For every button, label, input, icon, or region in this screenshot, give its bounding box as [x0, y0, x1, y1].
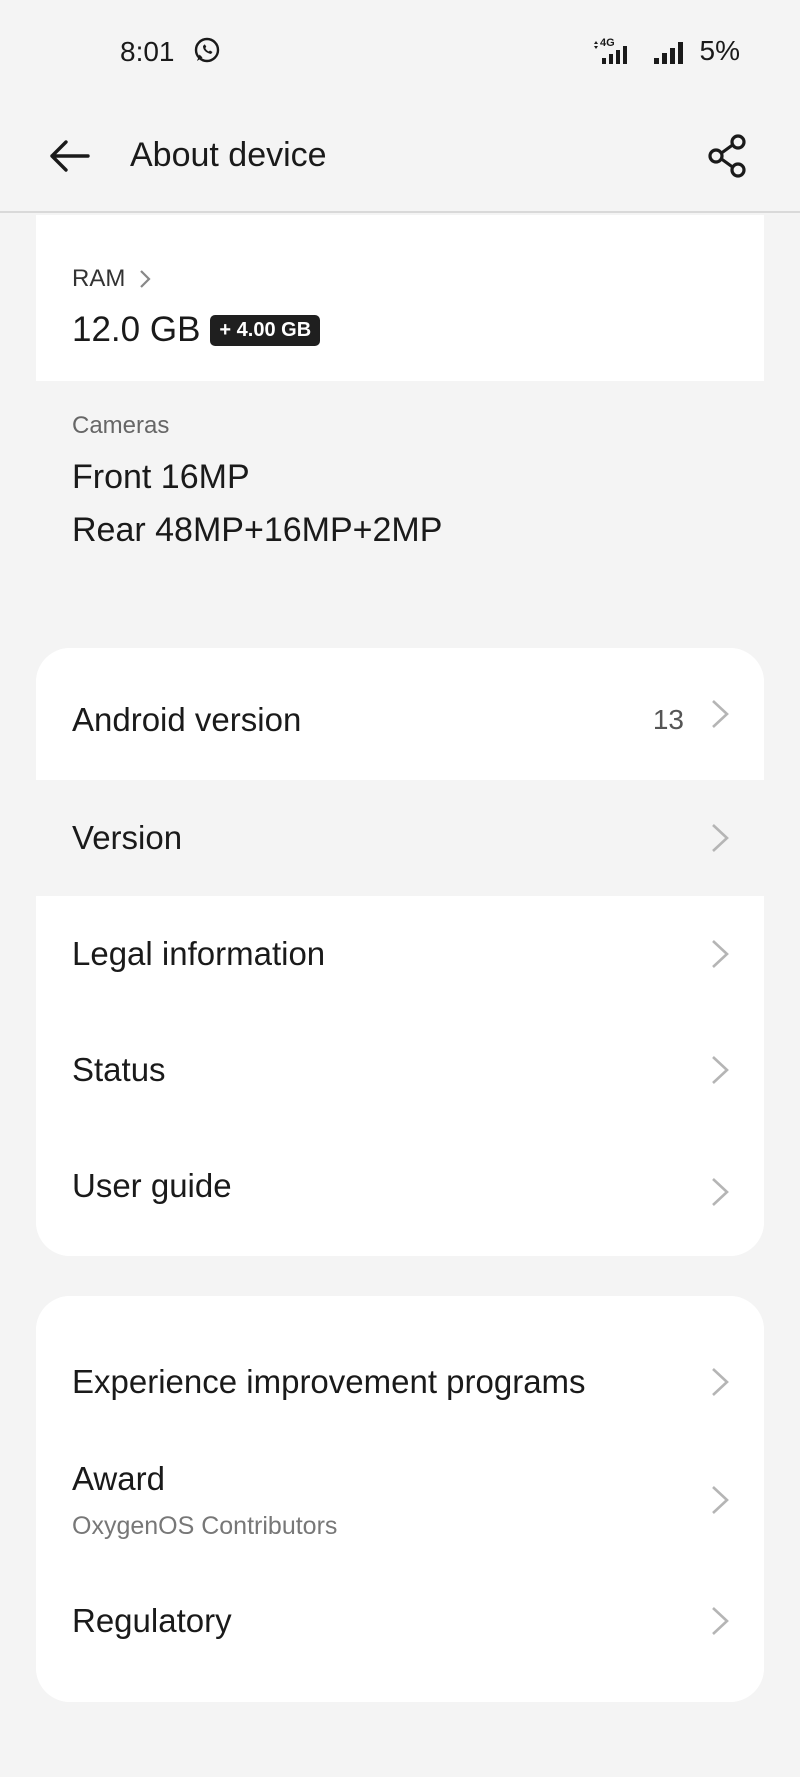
chevron-right-icon	[712, 824, 729, 852]
experience-improvement-row[interactable]: Experience improvement programs	[36, 1296, 764, 1440]
ram-label: RAM	[72, 265, 126, 292]
ram-value: 12.0 GB	[72, 310, 201, 349]
android-version-value: 13	[652, 704, 684, 735]
cameras-label: Cameras	[72, 412, 170, 439]
status-row[interactable]: Status	[36, 1012, 764, 1128]
signal-icon	[653, 42, 683, 64]
ram-label-row: RAM	[72, 265, 151, 293]
chevron-right-icon	[712, 1368, 729, 1396]
ram-extension-badge: + 4.00 GB	[210, 314, 321, 346]
version-label: Version	[72, 819, 183, 856]
app-bar: About device	[0, 100, 800, 213]
user-guide-row[interactable]: User guide	[36, 1128, 764, 1256]
android-version-label: Android version	[72, 701, 302, 738]
back-arrow-icon[interactable]	[46, 136, 92, 176]
share-icon[interactable]	[704, 132, 752, 180]
chevron-right-icon	[712, 1486, 729, 1514]
rear-camera: Rear 48MP+16MP+2MP	[72, 511, 443, 549]
award-row[interactable]: Award OxygenOS Contributors	[36, 1440, 764, 1560]
software-info-card: Android version 13 Version Legal informa…	[36, 648, 764, 1256]
chevron-right-icon	[712, 940, 729, 968]
android-version-row[interactable]: Android version 13	[36, 648, 764, 780]
chevron-right-icon	[140, 270, 151, 288]
page-title: About device	[130, 136, 327, 174]
chevron-right-icon	[712, 1056, 729, 1084]
status-time: 8:01	[120, 36, 175, 67]
award-subtitle: OxygenOS Contributors	[72, 1511, 338, 1540]
cameras-section: Cameras Front 16MP Rear 48MP+16MP+2MP	[72, 412, 752, 550]
ram-card[interactable]: RAM 12.0 GB + 4.00 GB	[36, 215, 764, 381]
svg-text:4G: 4G	[600, 37, 615, 49]
chevron-right-icon	[712, 1178, 729, 1206]
front-camera: Front 16MP	[72, 458, 250, 496]
chevron-right-icon	[712, 700, 729, 728]
programs-card: Experience improvement programs Award Ox…	[36, 1296, 764, 1702]
status-bar: 8:01 4G 5%	[0, 0, 800, 100]
status-label: Status	[72, 1051, 166, 1088]
status-indicators: 4G 5%	[592, 35, 740, 66]
ram-value-row: 12.0 GB + 4.00 GB	[72, 310, 321, 350]
award-label: Award	[72, 1459, 165, 1497]
version-row[interactable]: Version	[36, 780, 764, 896]
regulatory-label: Regulatory	[72, 1602, 232, 1639]
regulatory-row[interactable]: Regulatory	[36, 1560, 764, 1702]
legal-information-row[interactable]: Legal information	[36, 896, 764, 1012]
legal-information-label: Legal information	[72, 935, 326, 972]
user-guide-label: User guide	[72, 1167, 232, 1204]
battery-percentage: 5%	[699, 35, 740, 66]
chevron-right-icon	[712, 1607, 729, 1635]
whatsapp-icon	[194, 37, 220, 63]
experience-improvement-label: Experience improvement programs	[72, 1363, 586, 1400]
signal-4g-icon: 4G	[593, 37, 627, 64]
